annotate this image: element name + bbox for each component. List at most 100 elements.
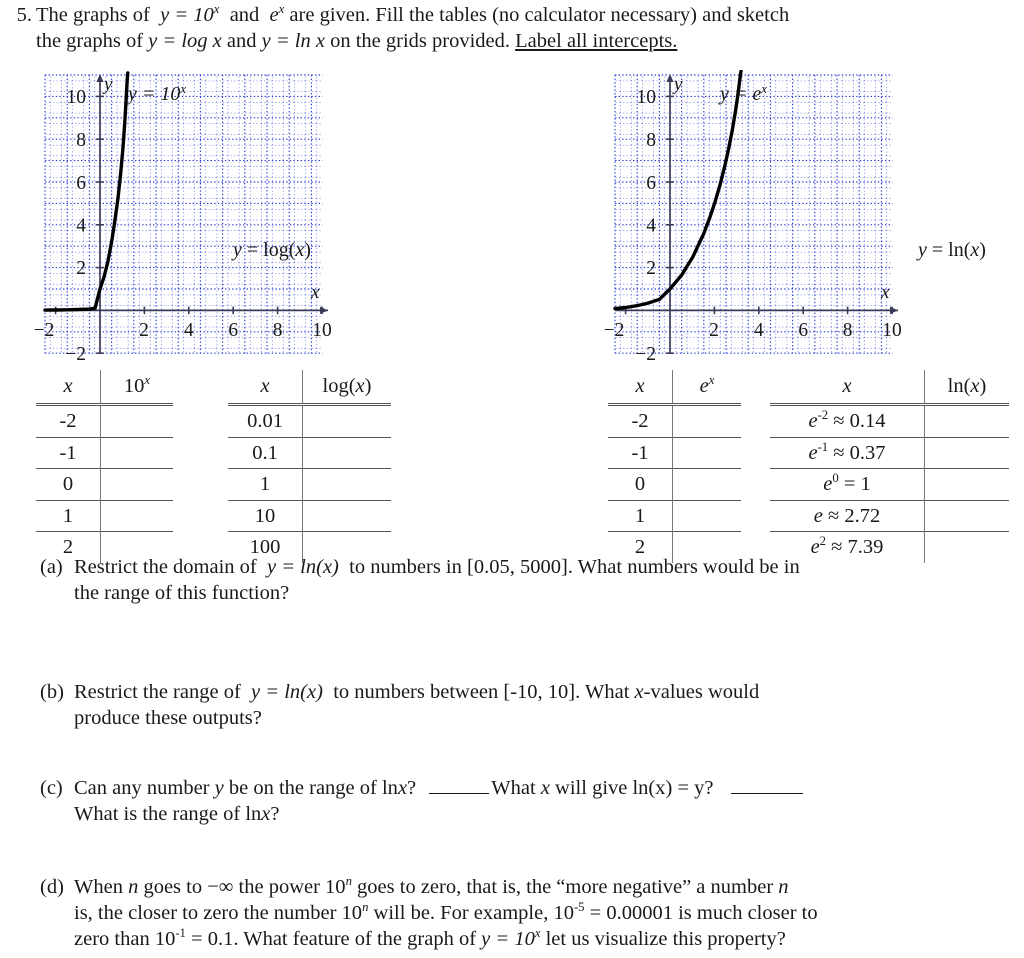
sub-d-var-n: n [128,876,139,898]
cell-x: 1 [228,468,303,500]
subquestion-a-text: Restrict the domain of y = ln(x) to numb… [74,554,992,606]
svg-text:4: 4 [646,216,656,237]
subquestion-c: (c) Can any number y be on the range of … [40,775,992,827]
sub-b-part4: -values would [643,681,760,703]
sub-a-part1: Restrict the domain of [74,556,257,578]
sub-c-var-x: x [397,777,408,799]
table-row: e0 = 1 [770,468,1009,500]
graph-panel-ex: y x −2 2 4 6 8 10 10 8 6 4 2 −2 y = ex y… [598,69,1018,371]
problem-function-ex: ex [269,2,285,26]
problem-statement: 5. The graphs of y = 10x and ex are give… [6,2,1018,54]
table-row: e-1 ≈ 0.37 [770,436,1009,469]
curve-label-10x: y = 10x [126,81,186,105]
sub-b-function: y = ln(x) [251,681,323,703]
subquestion-b-text: Restrict the range of y = ln(x) to numbe… [74,679,992,731]
sub-a-interval: [0.05, 5000] [467,556,568,578]
aux-label-log: y = log(x) [231,239,311,261]
cell-x: e-1 ≈ 0.37 [770,436,925,469]
cell-value[interactable] [302,436,391,469]
problem-line1-and: and [229,4,260,26]
sub-b-interval: [-10, 10] [503,681,576,703]
cell-value[interactable] [302,499,391,532]
x-axis-label-10x: x [310,282,320,303]
cell-value[interactable] [672,468,741,500]
sub-d-line2-part1: is, the closer to zero the number 10 [74,902,363,924]
answer-blank-1[interactable] [429,793,490,794]
svg-text:8: 8 [76,130,86,151]
sub-d-line2-part2: will be. For example, 10 [373,902,574,924]
subquestion-b: (b) Restrict the range of y = ln(x) to n… [40,679,992,731]
cell-value[interactable] [672,436,741,469]
answer-blank-2[interactable] [730,793,803,794]
svg-text:−2: −2 [34,320,55,341]
sub-b-part2: to numbers between [333,681,499,703]
cell-value[interactable] [924,468,1009,500]
sub-d-function: y = 10x [481,926,541,950]
table-logx-grid: x log(x) 0.01 0.1 1 10 100 [228,370,391,563]
svg-text:−2: −2 [635,344,656,365]
cell-x: 0 [36,468,101,500]
svg-text:10: 10 [882,320,902,341]
cell-value[interactable] [302,403,391,437]
subquestion-a-label: (a) [40,556,63,578]
cell-x: 0.01 [228,403,303,437]
table-row: e-2 ≈ 0.14 [770,403,1009,437]
table-lnx-grid: x ln(x) e-2 ≈ 0.14 e-1 ≈ 0.37 e0 = 1 e ≈… [770,370,1009,563]
sub-d-part2: goes to −∞ the power 10 [143,876,346,898]
table-logx: x log(x) 0.01 0.1 1 10 100 [228,370,391,563]
subquestion-b-label: (b) [40,681,64,703]
table-lnx: x ln(x) e-2 ≈ 0.14 e-1 ≈ 0.37 e0 = 1 e ≈… [770,370,1009,563]
sub-d-line2-exp2: -5 [573,900,585,915]
cell-x: e0 = 1 [770,468,925,500]
cell-value[interactable] [672,403,741,437]
cell-x: -2 [36,403,101,437]
cell-value[interactable] [100,403,173,437]
cell-value[interactable] [100,468,173,500]
subquestion-d-label: (d) [40,876,64,898]
subquestion-a: (a) Restrict the domain of y = ln(x) to … [40,554,992,606]
sub-c-part1: Can any number [74,777,210,799]
table-ex-grid: x ex -2 -1 0 1 2 [608,370,741,563]
problem-line1-part1: The graphs of [36,4,150,26]
sub-c-part5: will give ln(x) = y? [555,777,714,799]
th-x: x [260,375,270,397]
problem-number: 5. [16,4,32,26]
cell-value[interactable] [924,499,1009,532]
table-row: 0 [608,468,741,500]
cell-x: 1 [36,499,101,532]
cell-value[interactable] [924,436,1009,469]
table-row-header: x ln(x) [770,370,1009,405]
sub-b-part1: Restrict the range of [74,681,241,703]
table-row-header: x 10x [36,370,173,405]
cell-x: -1 [608,436,673,469]
svg-text:10: 10 [67,87,87,108]
cell-value[interactable] [924,403,1009,437]
svg-text:2: 2 [709,320,719,341]
sub-d-line3-part1: zero than 10 [74,928,176,950]
table-ex: x ex -2 -1 0 1 2 [608,370,741,563]
sub-d-var-n2: n [778,876,789,898]
minor-gridlines-ex [615,75,893,354]
svg-text:8: 8 [843,320,853,341]
sub-a-part2: to numbers in [349,556,462,578]
subquestion-c-text: Can any number y be on the range of lnx?… [74,775,992,827]
table-10x-grid: x 10x -2 -1 0 1 2 [36,370,173,563]
svg-text:6: 6 [228,320,238,341]
table-row: 0.01 [228,403,391,437]
graph-svg-ex: y x −2 2 4 6 8 10 10 8 6 4 2 −2 y = ex y… [604,69,986,365]
table-row: -1 [608,436,741,469]
th-lnx: ln(x) [924,370,1009,405]
cell-value[interactable] [100,436,173,469]
table-row: 1 [228,468,391,500]
cell-value[interactable] [672,499,741,532]
minor-gridlines-10x [45,75,323,354]
table-10x: x 10x -2 -1 0 1 2 [36,370,173,563]
table-row-header: x ex [608,370,741,405]
table-row: 1 [36,499,173,532]
graph-panel-10x: y x −2 2 4 6 8 10 10 8 6 4 2 −2 y = 10x … [28,70,408,371]
table-row: 1 [608,499,741,532]
sub-b-var: x [634,681,644,703]
cell-value[interactable] [100,499,173,532]
cell-x: e ≈ 2.72 [770,499,925,532]
cell-value[interactable] [302,468,391,500]
